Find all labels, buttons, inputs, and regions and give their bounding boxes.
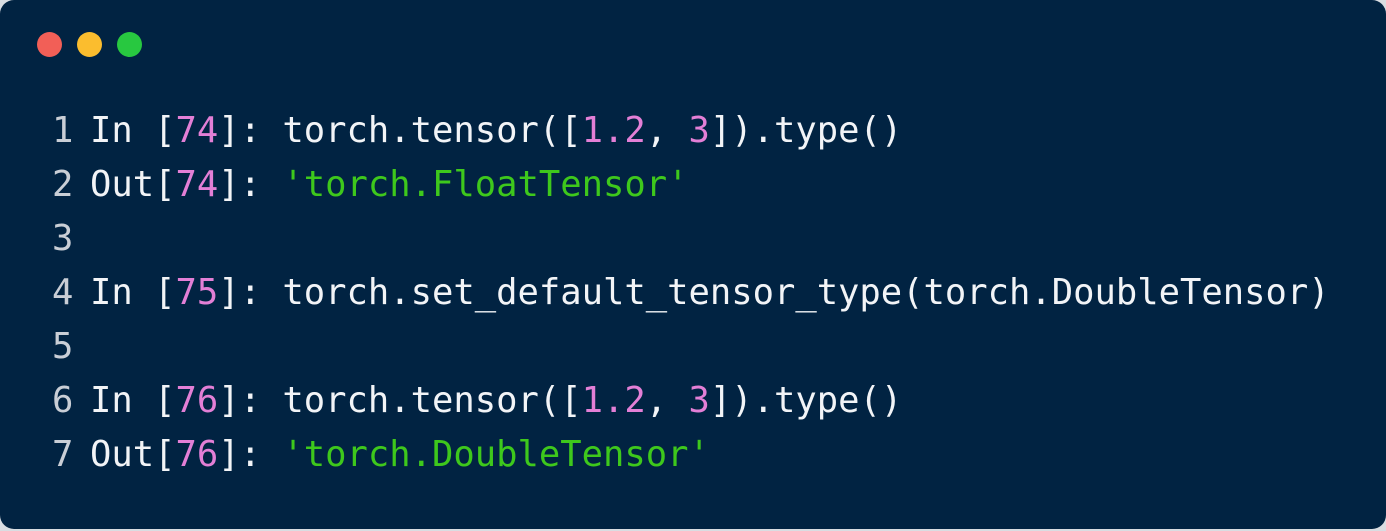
number-literal: 1.2	[581, 380, 646, 421]
code-line: 6 In [76]: torch.tensor([1.2, 3]).type()	[52, 374, 1330, 428]
string-literal: 'torch.DoubleTensor'	[282, 434, 710, 475]
window-controls	[37, 32, 142, 57]
code-line: 5	[52, 320, 1330, 374]
code-line: 2 Out[74]: 'torch.FloatTensor'	[52, 158, 1330, 212]
code-text: ]: torch.tensor([	[218, 110, 582, 151]
line-number: 2	[52, 164, 74, 205]
code-text: In [	[90, 110, 176, 151]
code-text: ]:	[218, 434, 283, 475]
code-line: 4 In [75]: torch.set_default_tensor_type(…	[52, 266, 1330, 320]
string-literal: 'torch.FloatTensor'	[282, 164, 689, 205]
maximize-button[interactable]	[117, 32, 142, 57]
number-literal: 74	[175, 164, 219, 205]
code-text: Out[	[90, 434, 176, 475]
number-literal: 74	[175, 110, 219, 151]
number-literal: 3	[688, 380, 710, 421]
code-text: ,	[645, 110, 689, 151]
number-literal: 75	[175, 272, 219, 313]
number-literal: 76	[175, 434, 219, 475]
line-number: 3	[52, 218, 74, 259]
code-window: 1 In [74]: torch.tensor([1.2, 3]).type() 2…	[0, 0, 1386, 529]
code-line: 3	[52, 212, 1330, 266]
code-text: In [	[90, 380, 176, 421]
line-number: 6	[52, 380, 74, 421]
minimize-button[interactable]	[77, 32, 102, 57]
line-number: 1	[52, 110, 74, 151]
code-line: 1 In [74]: torch.tensor([1.2, 3]).type()	[52, 104, 1330, 158]
number-literal: 76	[175, 380, 219, 421]
code-block: 1 In [74]: torch.tensor([1.2, 3]).type() 2…	[52, 104, 1330, 482]
number-literal: 3	[688, 110, 710, 151]
close-button[interactable]	[37, 32, 62, 57]
code-text: ]).type()	[709, 380, 903, 421]
line-number: 4	[52, 272, 74, 313]
code-text: ,	[645, 380, 689, 421]
code-text: Out[	[90, 164, 176, 205]
code-text: ]: torch.tensor([	[218, 380, 582, 421]
number-literal: 1.2	[581, 110, 646, 151]
code-text: ]).type()	[709, 110, 903, 151]
line-number: 7	[52, 434, 74, 475]
line-number: 5	[52, 326, 74, 367]
code-text: In [	[90, 272, 176, 313]
code-text: ]: torch.set_default_tensor_type(torch.D…	[218, 272, 1330, 313]
code-text: ]:	[218, 164, 283, 205]
code-line: 7 Out[76]: 'torch.DoubleTensor'	[52, 428, 1330, 482]
